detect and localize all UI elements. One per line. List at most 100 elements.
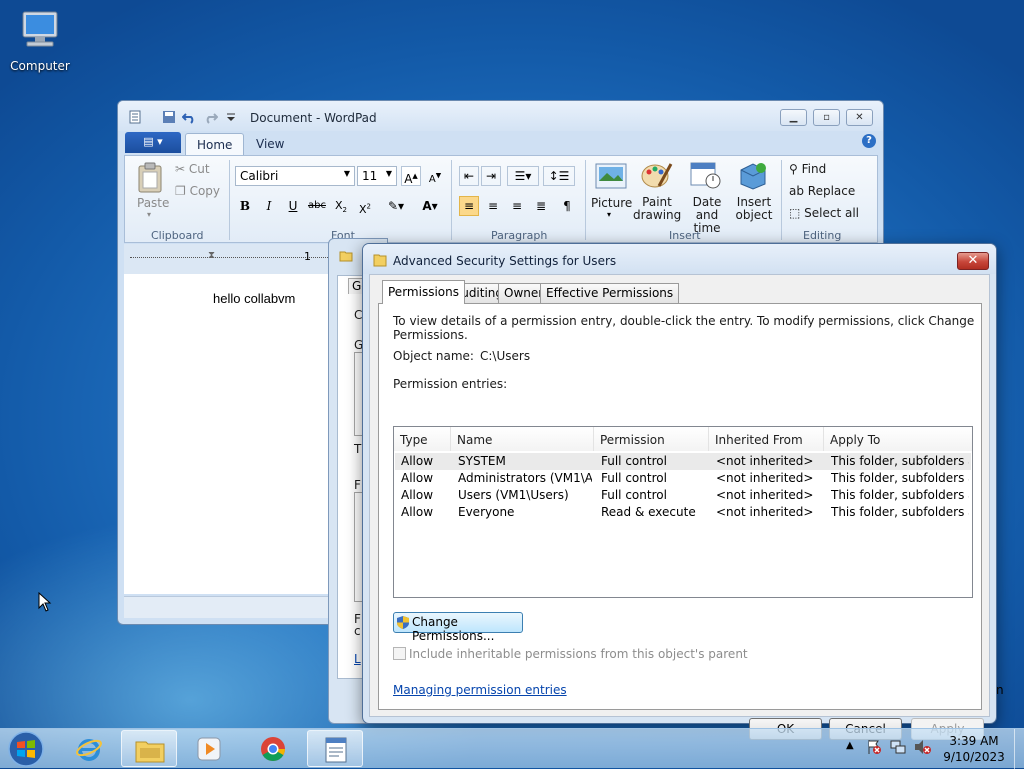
tab-view[interactable]: View xyxy=(245,133,295,155)
replace-button[interactable]: ab Replace xyxy=(789,184,855,198)
taskbar-clock[interactable]: 3:39 AM 9/10/2023 xyxy=(938,733,1010,765)
cut-button[interactable]: ✂ Cut xyxy=(175,162,210,176)
line-spacing-button[interactable]: ↕☰ xyxy=(543,166,575,186)
permission-entries-list[interactable]: Type Name Permission Inherited From Appl… xyxy=(393,426,973,598)
highlight-button[interactable]: ✎▾ xyxy=(381,196,411,216)
replace-icon: ab xyxy=(789,184,808,198)
shrink-font-button[interactable]: A▼ xyxy=(425,166,445,186)
underline-button[interactable]: U xyxy=(283,196,303,216)
group-label-editing: Editing xyxy=(803,229,842,242)
table-row[interactable]: Allow Users (VM1\Users) Full control <no… xyxy=(395,487,971,504)
paint-drawing-button[interactable]: Paint drawing xyxy=(633,196,681,222)
minimize-button[interactable]: ▁ xyxy=(780,109,807,126)
list-button[interactable]: ☰▾ xyxy=(507,166,539,186)
column-header-apply-to[interactable]: Apply To xyxy=(824,427,972,451)
italic-button[interactable]: I xyxy=(259,196,279,216)
taskbar-item-ie[interactable] xyxy=(61,730,117,767)
insert-object-button[interactable]: Insert object xyxy=(731,196,777,222)
wordpad-icon xyxy=(325,737,347,763)
picture-icon xyxy=(595,163,627,189)
ribbon-separator xyxy=(229,160,230,240)
column-header-inherited-from[interactable]: Inherited From xyxy=(709,427,824,451)
picture-button[interactable]: Picture xyxy=(591,196,632,210)
paragraph-settings-button[interactable]: ¶ xyxy=(557,196,577,216)
save-icon[interactable] xyxy=(162,110,176,124)
align-center-button[interactable]: ≡ xyxy=(483,196,503,216)
copy-button[interactable]: ❐ Copy xyxy=(175,184,220,198)
wordpad-titlebar[interactable]: Document - WordPad ▁ ▫ ✕ xyxy=(118,101,883,131)
tab-home[interactable]: Home xyxy=(185,133,245,155)
tab-effective-permissions[interactable]: Effective Permissions xyxy=(540,283,680,303)
column-header-permission[interactable]: Permission xyxy=(594,427,709,451)
paint-drawing-icon xyxy=(641,163,673,188)
change-permissions-button[interactable]: Change Permissions... xyxy=(393,612,523,643)
superscript-button[interactable]: X2 xyxy=(355,196,375,216)
dialog-close-button[interactable]: ✕ xyxy=(957,252,989,270)
uac-shield-icon xyxy=(397,616,409,629)
ribbon-separator xyxy=(585,160,586,240)
picture-dropdown-icon[interactable]: ▾ xyxy=(607,210,611,219)
taskbar-item-chrome[interactable] xyxy=(245,730,301,767)
close-button[interactable]: ✕ xyxy=(846,109,873,126)
table-row[interactable]: Allow Everyone Read & execute <not inher… xyxy=(395,504,971,521)
cell-permission: Read & execute xyxy=(601,505,696,519)
paste-dropdown-icon[interactable]: ▾ xyxy=(147,210,151,219)
include-inheritable-checkbox[interactable] xyxy=(393,647,406,660)
dialog-titlebar[interactable]: Advanced Security Settings for Users ✕ xyxy=(363,244,996,274)
find-button[interactable]: ⚲ Find xyxy=(789,162,826,176)
paragraph-icon: ¶ xyxy=(563,199,571,213)
font-size-combo[interactable]: 11 ▼ xyxy=(357,166,397,186)
bold-button[interactable]: B xyxy=(235,196,255,216)
taskbar-item-explorer[interactable] xyxy=(121,730,177,767)
maximize-button[interactable]: ▫ xyxy=(813,109,840,126)
column-header-type[interactable]: Type xyxy=(394,427,451,451)
document-text: hello collabvm xyxy=(213,291,296,306)
undo-icon[interactable] xyxy=(182,110,196,124)
select-all-button[interactable]: ⬚ Select all xyxy=(789,206,859,220)
file-menu-button[interactable]: ▤ ▾ xyxy=(125,132,181,153)
font-family-combo[interactable]: Calibri ▼ xyxy=(235,166,355,186)
chevron-down-icon: ▼ xyxy=(343,169,350,178)
align-right-button[interactable]: ≡ xyxy=(507,196,527,216)
action-center-icon[interactable] xyxy=(866,739,882,755)
align-left-button[interactable]: ≡ xyxy=(459,196,479,216)
taskbar-item-wordpad[interactable] xyxy=(307,730,363,767)
grow-font-icon: A▲ xyxy=(404,172,418,186)
justify-button[interactable]: ≣ xyxy=(531,196,551,216)
decrease-indent-button[interactable]: ⇤ xyxy=(459,166,479,186)
font-color-button[interactable]: A▾ xyxy=(415,196,445,216)
mouse-cursor-icon xyxy=(38,592,52,612)
strikethrough-button[interactable]: abc xyxy=(307,196,327,216)
subscript-button[interactable]: X2 xyxy=(331,196,351,216)
font-family-value: Calibri xyxy=(240,169,279,183)
indent-marker-icon[interactable]: ⧗ xyxy=(208,250,215,261)
document-area[interactable]: hello collabvm xyxy=(124,274,332,594)
advanced-security-dialog[interactable]: Advanced Security Settings for Users ✕ P… xyxy=(362,243,997,740)
cell-name: Administrators (VM1\Admi... xyxy=(458,471,592,485)
redo-icon[interactable] xyxy=(204,110,218,124)
ribbon: Paste ▾ ✂ Cut ❐ Copy Clipboard Calibri ▼ … xyxy=(124,155,878,243)
help-icon[interactable]: ? xyxy=(862,134,876,148)
underline-icon: U xyxy=(288,199,298,213)
show-hidden-icons-icon[interactable]: ▲ xyxy=(846,740,854,751)
props-link[interactable]: L xyxy=(354,652,361,666)
show-desktop-button[interactable] xyxy=(1014,729,1024,769)
tab-permissions[interactable]: Permissions xyxy=(382,280,465,304)
column-header-name[interactable]: Name xyxy=(451,427,594,451)
desktop-icon-computer[interactable]: Computer xyxy=(6,8,74,73)
ruler-number: 1 xyxy=(304,250,311,263)
ruler[interactable]: ⧗ 1 xyxy=(124,244,332,274)
network-icon[interactable] xyxy=(890,739,906,755)
managing-permissions-link[interactable]: Managing permission entries xyxy=(393,683,567,697)
paste-button[interactable]: Paste xyxy=(137,196,169,210)
taskbar: ▲ 3:39 AM 9/10/2023 xyxy=(0,728,1024,769)
customize-qat-icon[interactable] xyxy=(224,110,238,124)
taskbar-item-media-player[interactable] xyxy=(181,730,237,767)
grow-font-button[interactable]: A▲ xyxy=(401,166,421,186)
volume-muted-icon[interactable] xyxy=(914,739,932,755)
increase-indent-button[interactable]: ⇥ xyxy=(481,166,501,186)
table-row[interactable]: Allow Administrators (VM1\Admi... Full c… xyxy=(395,470,971,487)
cell-type: Allow xyxy=(401,505,434,519)
table-row[interactable]: Allow SYSTEM Full control <not inherited… xyxy=(395,453,971,470)
start-button[interactable] xyxy=(4,730,48,768)
